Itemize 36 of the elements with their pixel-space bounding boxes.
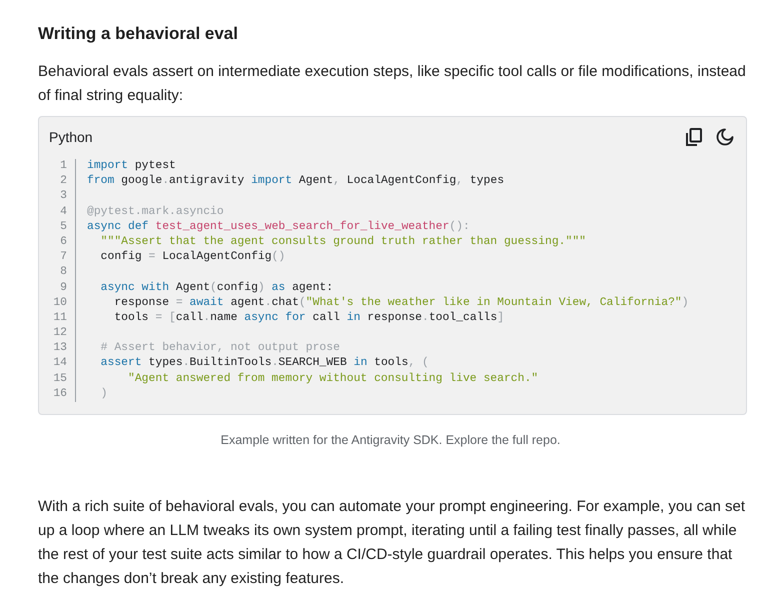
- line-number: 5: [60, 220, 67, 235]
- code-line: response = await agent.chat("What's the weather like in Mountain View, California?"): [113, 296, 690, 311]
- line-number: 6: [60, 234, 67, 250]
- line-number: 8: [60, 265, 67, 280]
- intro-paragraph: Behavioral evals assert on intermediate execution steps, like specific tool calls or file modifications, instead of final string equality:: [38, 62, 747, 106]
- line-number: 10: [53, 296, 67, 311]
- line-number: 9: [60, 280, 67, 296]
- line-number: 16: [53, 386, 67, 402]
- code-line: import pytest: [87, 159, 177, 174]
- line-number: 15: [53, 372, 67, 387]
- code-caption: Example written for the Antigravity SDK. Explore the full repo.: [220, 433, 560, 447]
- line-number: 12: [53, 326, 67, 342]
- code-line: async with Agent(config) as agent:: [100, 280, 334, 296]
- code-line: config = LocalAgentConfig(): [100, 250, 286, 266]
- line-number: 2: [60, 174, 67, 190]
- code-line: async def test_agent_uses_web_search_for_live_weather():: [87, 220, 471, 235]
- line-number: 1: [60, 159, 67, 174]
- line-number: 14: [53, 356, 67, 372]
- code-line: from google.antigravity import Agent, LocalAgentConfig, types: [87, 174, 506, 190]
- code-line: "Agent answered from memory without consulting live search.": [127, 372, 540, 387]
- code-line: assert types.BuiltinTools.SEARCH_WEB in tools, (: [100, 356, 430, 372]
- line-number: 4: [60, 204, 67, 220]
- code-line: tools = [call.name async for call in response.tool_calls]: [113, 310, 506, 326]
- code-line: """Assert that the agent consults ground truth rather than guessing.""": [100, 234, 587, 250]
- code-line: ): [100, 386, 109, 402]
- language-label: Python: [49, 129, 94, 145]
- moon-icon[interactable]: [716, 128, 734, 146]
- line-number: 13: [53, 341, 67, 356]
- body-paragraph: With a rich suite of behavioral evals, you can automate your prompt engineering. For example, you can set up a loop where an LLM tweaks its own system prompt, iterating until a failing test finally passes, all while the rest of your test suite acts similar to how a CI/CD-style guardrail operates. This helps you ensure that the changes don’t break any existing features.: [38, 497, 746, 589]
- code-line: @pytest.mark.asyncio: [87, 204, 225, 220]
- line-number: 11: [53, 310, 67, 326]
- section-heading: Writing a behavioral eval: [38, 23, 239, 45]
- copy-icon[interactable]: [686, 128, 702, 146]
- line-number: 7: [60, 250, 67, 266]
- code-line: # Assert behavior, not output prose: [100, 341, 341, 356]
- line-number: 3: [60, 189, 67, 204]
